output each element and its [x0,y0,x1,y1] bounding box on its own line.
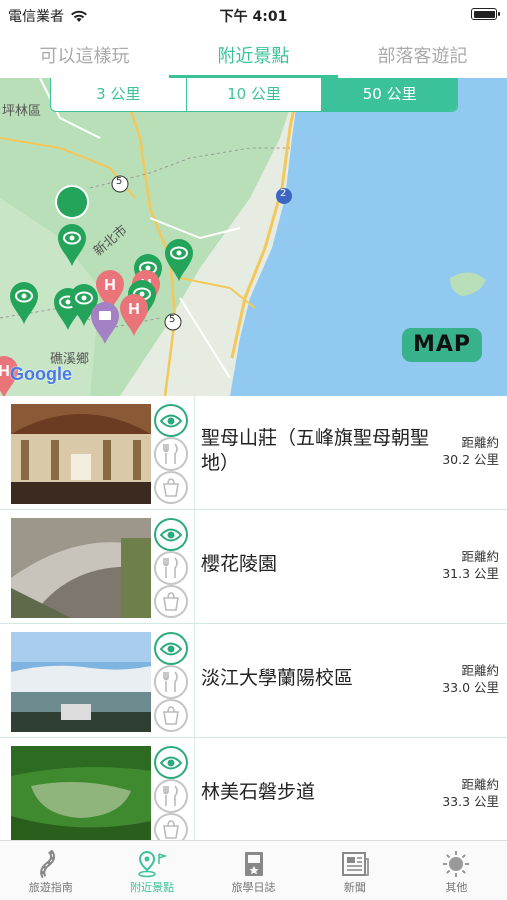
feature-icons [154,404,190,504]
sightseeing-eye-icon [154,632,188,666]
journal-icon [244,852,263,876]
attraction-list: 聖母山莊（五峰旗聖母朝聖地） 距離約 30.2 公里 櫻花陵園 距離約 31.3… [0,396,507,840]
food-utensils-icon [154,551,188,585]
route-shield-2: 2 [280,188,287,199]
list-item[interactable]: 林美石磐步道 距離約 33.3 公里 [0,738,507,840]
open-map-button[interactable]: MAP [402,328,482,362]
divider [194,624,195,738]
distance-label: 距離約 [461,663,499,678]
list-item[interactable]: 聖母山莊（五峰旗聖母朝聖地） 距離約 30.2 公里 [0,396,507,510]
distance-value: 33.3 公里 [442,794,499,809]
list-item[interactable]: 櫻花陵園 距離約 31.3 公里 [0,510,507,624]
distance-option-10km[interactable]: 10 公里 [187,78,323,111]
attraction-name: 聖母山莊（五峰旗聖母朝聖地） [201,427,430,474]
sightseeing-eye-icon [154,404,188,438]
road-icon [39,850,55,878]
tab-blogger-notes[interactable]: 部落客遊記 [338,32,507,78]
nav-label: 新聞 [343,881,366,894]
food-utensils-icon [154,665,188,699]
shopping-bag-icon [154,812,188,840]
sun-icon [443,851,470,877]
list-item[interactable]: 淡江大學蘭陽校區 距離約 33.0 公里 [0,624,507,738]
nav-label: 附近景點 [130,881,175,894]
map-label-pinglin: 坪林區 [2,104,42,119]
nav-news[interactable]: 新聞 [304,841,405,900]
tab-nearby-attractions[interactable]: 附近景點 [169,32,338,78]
distance-block: 距離約 33.0 公里 [429,662,499,696]
distance-block: 距離約 30.2 公里 [429,434,499,468]
news-icon [341,852,369,876]
nav-journal[interactable]: 旅學日誌 [203,841,304,900]
distance-value: 33.0 公里 [442,680,499,695]
route-shield-5b: 5 [169,314,176,325]
divider [194,396,195,510]
google-logo: Google [10,364,72,384]
shopping-bag-icon [154,470,188,504]
shopping-bag-icon [154,584,188,618]
bottom-nav: 旅遊指南 附近景點 旅學日誌 新聞 其他 [0,840,507,900]
distance-label: 距離約 [461,549,499,564]
food-utensils-icon [154,779,188,813]
feature-icons [154,632,190,732]
attraction-photo [11,404,151,504]
nav-travel-guide[interactable]: 旅遊指南 [0,841,101,900]
attraction-photo [11,632,151,732]
sightseeing-eye-icon [154,746,188,780]
attraction-name: 櫻花陵園 [201,553,278,575]
distance-filter: 3 公里 10 公里 50 公里 [50,78,458,112]
distance-value: 30.2 公里 [442,452,499,467]
attraction-name: 淡江大學蘭陽校區 [201,667,354,689]
nav-nearby[interactable]: 附近景點 [101,841,202,900]
nearby-pin-icon [138,850,168,878]
food-utensils-icon [154,437,188,471]
map-view[interactable]: H 坪林區 新北市 礁溪鄉 5 5 2 3 公里 10 公里 50 公里 MAP… [0,78,507,396]
distance-option-3km[interactable]: 3 公里 [51,78,187,111]
attraction-photo [11,518,151,618]
nav-label: 旅遊指南 [28,881,73,894]
clock: 下午 4:01 [219,9,288,25]
sightseeing-eye-icon [154,518,188,552]
distance-block: 距離約 33.3 公里 [429,776,499,810]
shopping-bag-icon [154,698,188,732]
divider [194,738,195,840]
nav-label: 旅學日誌 [231,881,276,894]
feature-icons [154,518,190,618]
status-bar: 電信業者 下午 4:01 [0,0,507,28]
distance-block: 距離約 31.3 公里 [429,548,499,582]
distance-value: 31.3 公里 [442,566,499,581]
nav-other[interactable]: 其他 [406,841,507,900]
attraction-photo [11,746,151,840]
battery-icon [471,8,500,20]
top-tabs: 可以這樣玩 附近景點 部落客遊記 [0,32,507,78]
distance-option-50km[interactable]: 50 公里 [322,78,457,111]
tab-play-guide[interactable]: 可以這樣玩 [0,32,169,78]
attraction-name: 林美石磐步道 [201,781,316,803]
distance-label: 距離約 [461,435,499,450]
distance-label: 距離約 [461,777,499,792]
divider [194,510,195,624]
route-shield-5a: 5 [116,176,123,187]
feature-icons [154,746,190,840]
nav-label: 其他 [445,881,468,894]
